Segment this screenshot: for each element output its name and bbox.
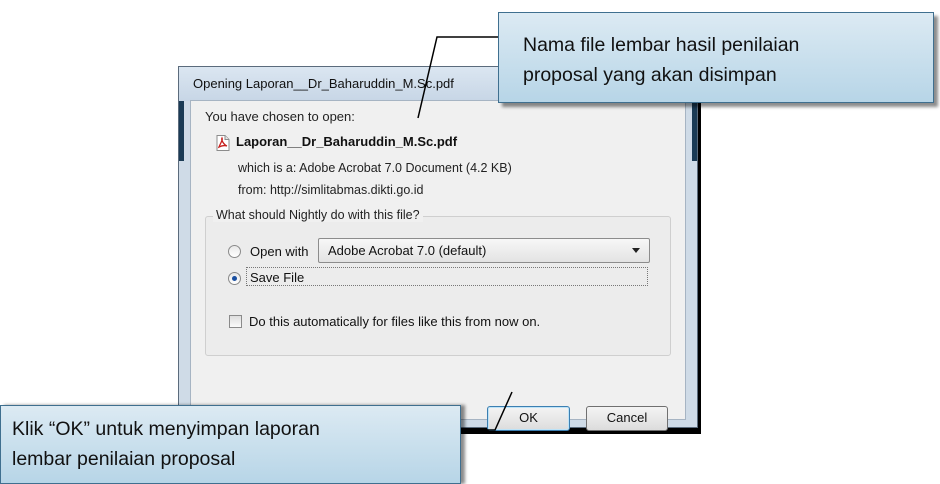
open-with-radio[interactable] [228,245,241,258]
open-with-select[interactable]: Adobe Acrobat 7.0 (default) [318,238,650,263]
auto-checkbox[interactable] [229,315,242,328]
ok-callout: Klik “OK” untuk menyimpan laporan lembar… [0,405,461,484]
action-groupbox [205,216,671,356]
ok-button[interactable]: OK [487,406,570,431]
callout-text: Nama file lembar hasil penilaian proposa… [523,30,799,90]
open-file-dialog: Opening Laporan__Dr_Baharuddin_M.Sc.pdf … [178,66,698,431]
auto-checkbox-label[interactable]: Do this automatically for files like thi… [249,314,540,329]
callout-line: proposal yang akan disimpan [523,64,777,86]
callout-line: lembar penilaian proposal [12,448,236,470]
dialog-title: Opening Laporan__Dr_Baharuddin_M.Sc.pdf [193,76,454,91]
save-file-label[interactable]: Save File [250,270,304,285]
callout-line: Nama file lembar hasil penilaian [523,34,800,56]
callout-line: Klik “OK” untuk menyimpan laporan [12,418,320,440]
background-strip [692,101,697,161]
background-strip [179,101,184,161]
chevron-down-icon [632,248,640,253]
file-source-line: from: http://simlitabmas.dikti.go.id [238,183,424,197]
pdf-icon [216,135,230,151]
action-group-label: What should Nightly do with this file? [213,208,423,222]
chosen-label: You have chosen to open: [205,109,355,124]
file-name: Laporan__Dr_Baharuddin_M.Sc.pdf [236,134,458,149]
dialog-body: You have chosen to open: Laporan__Dr_Bah… [190,100,686,431]
file-name-callout: Nama file lembar hasil penilaian proposa… [498,12,934,103]
cancel-button[interactable]: Cancel [586,406,668,431]
open-with-app: Adobe Acrobat 7.0 (default) [328,243,487,258]
save-file-focus-rect [246,267,648,286]
file-type-line: which is a: Adobe Acrobat 7.0 Document (… [238,161,512,175]
callout-text: Klik “OK” untuk menyimpan laporan lembar… [12,414,320,474]
save-file-radio[interactable] [228,272,241,285]
open-with-label[interactable]: Open with [250,244,309,259]
